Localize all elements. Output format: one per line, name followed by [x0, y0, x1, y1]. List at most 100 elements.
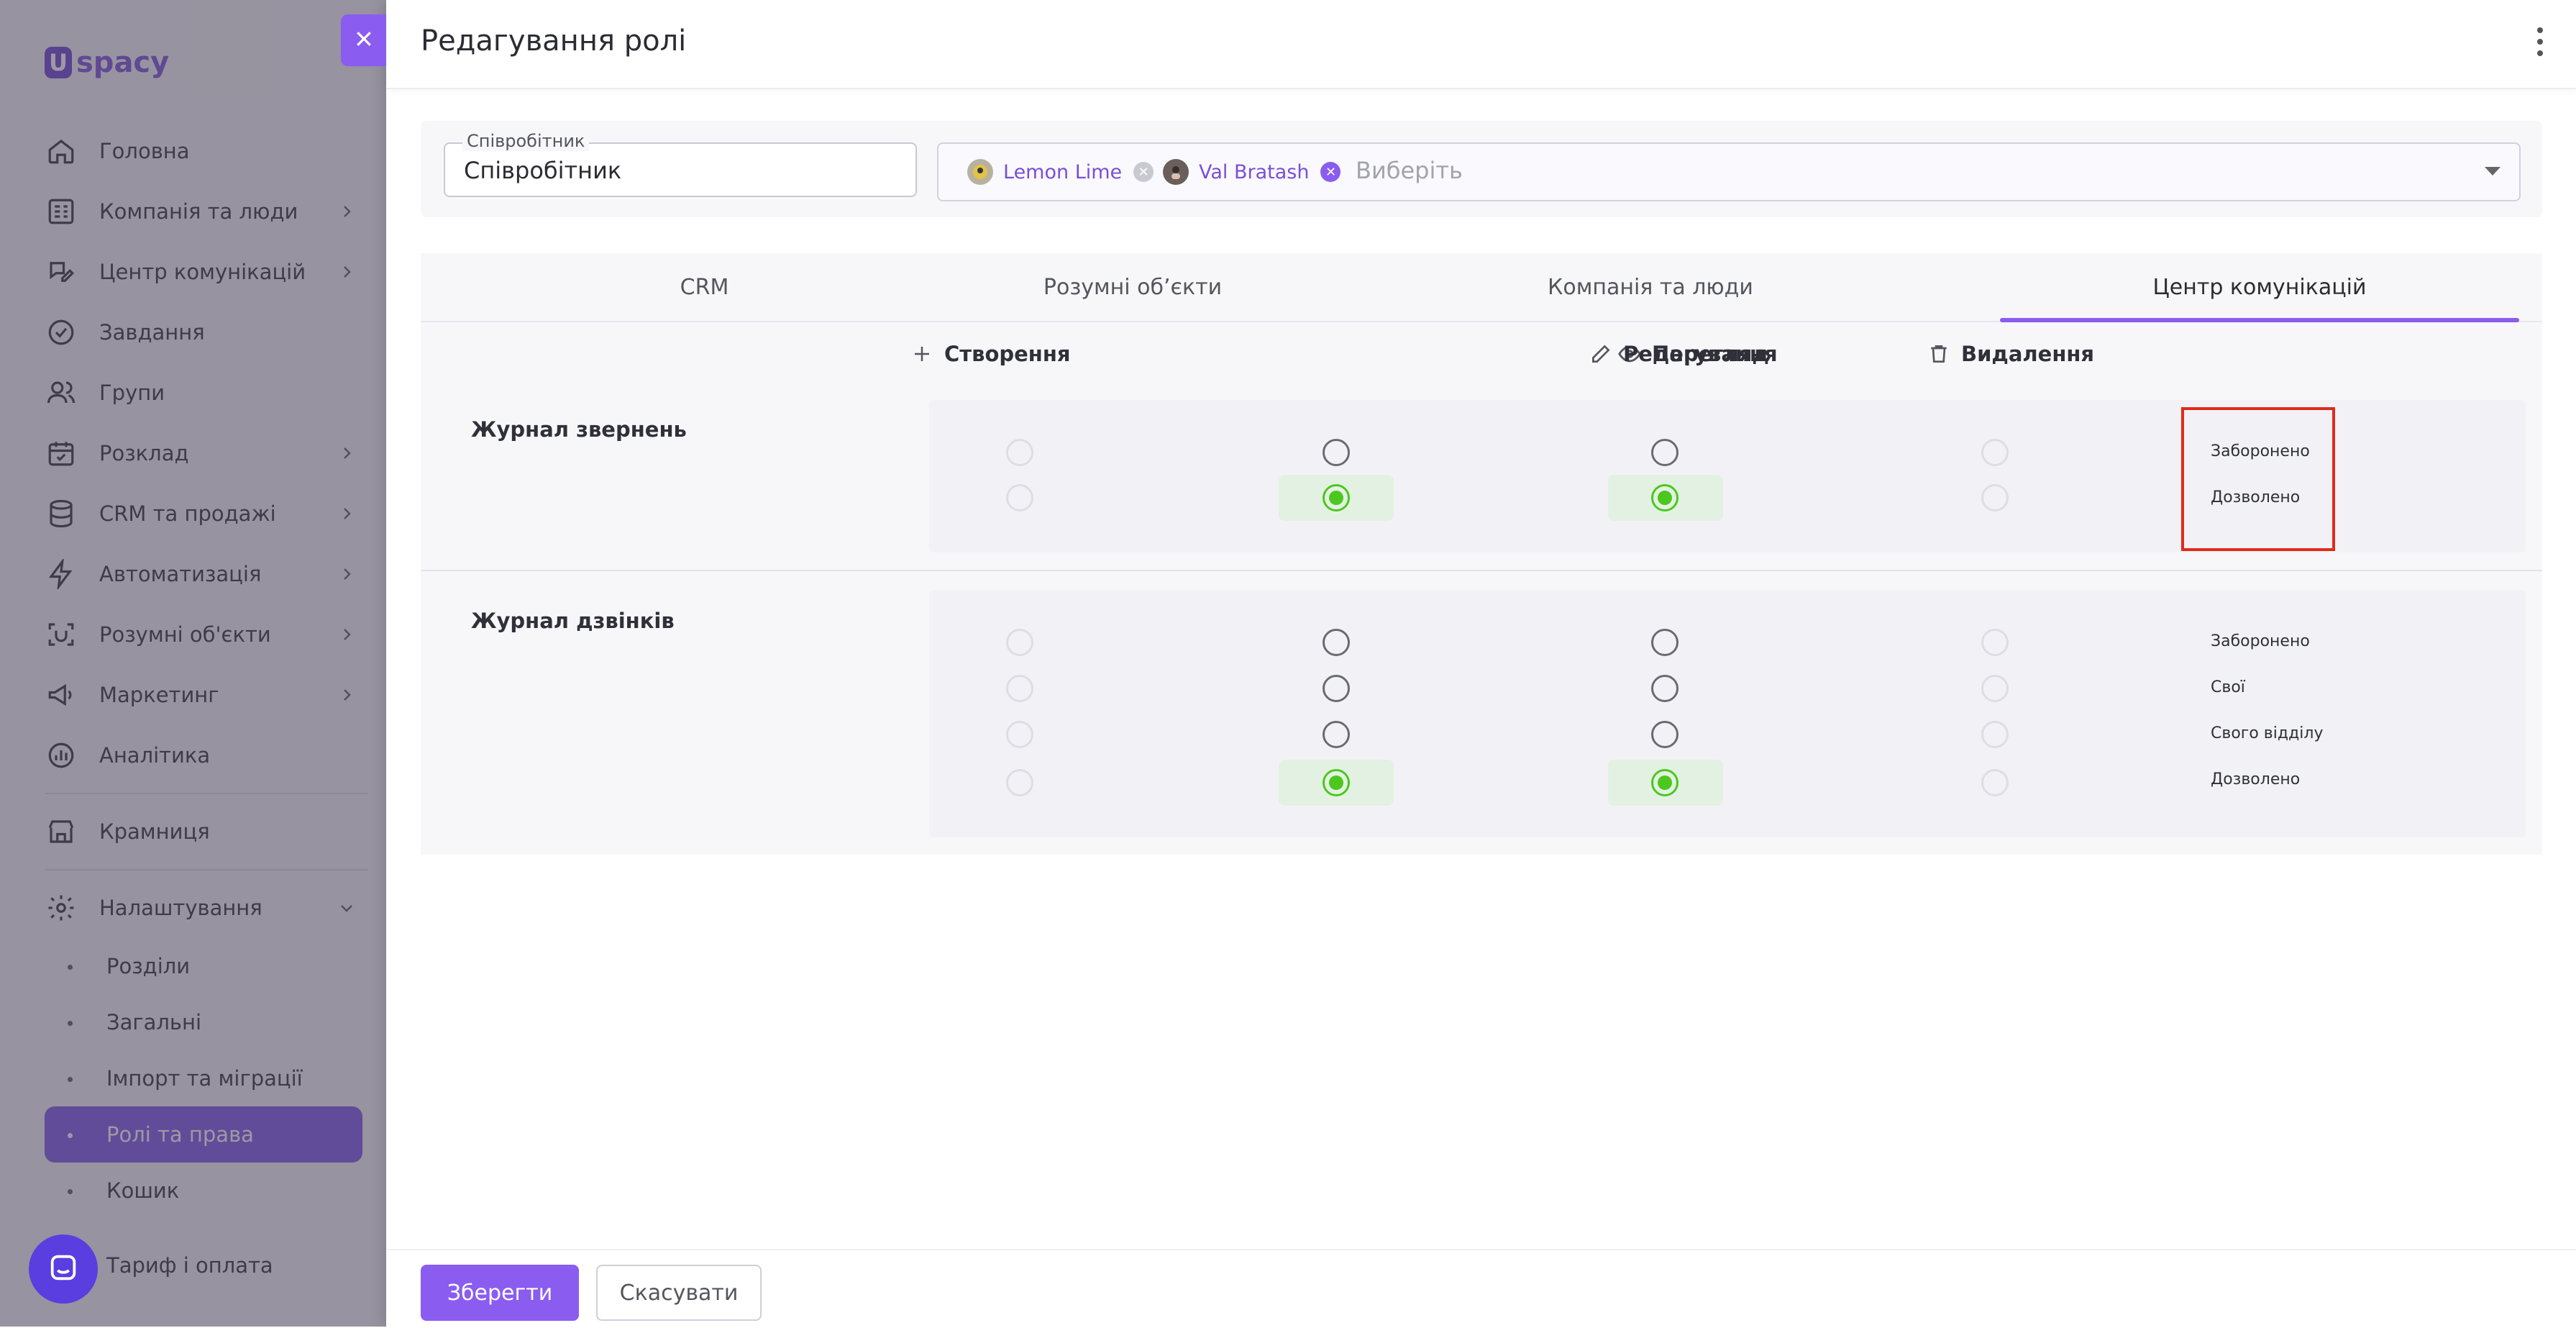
- option-label: Дозволено: [2211, 770, 2301, 788]
- sidebar-item-smart-objects[interactable]: Розумні об'єкти: [45, 604, 368, 665]
- save-button[interactable]: Зберегти: [421, 1265, 579, 1321]
- sidebar-subitem-label: Загальні: [106, 1010, 202, 1034]
- sidebar-item-tariff[interactable]: Тариф і оплата: [106, 1253, 273, 1278]
- chevron-right-icon: [344, 689, 351, 701]
- radio-delete[interactable]: [1981, 769, 2009, 796]
- permission-grid: Заборонено Свої Свого відділу Дозволено: [929, 590, 2526, 837]
- sidebar: U spacy Головна Компанія та люди Центр к…: [0, 0, 386, 1327]
- radio-delete[interactable]: [1981, 629, 2009, 656]
- role-filter-area: Співробітник Співробітник Lemon Lime ✕ V…: [421, 121, 2542, 217]
- section-title: Журнал дзвінків: [471, 609, 675, 633]
- tab-company-people[interactable]: Компанія та люди: [1384, 253, 1917, 321]
- sidebar-item-home[interactable]: Головна: [45, 121, 368, 181]
- megaphone-icon: [45, 678, 78, 711]
- database-icon: [45, 497, 78, 530]
- radio-edit[interactable]: [1651, 439, 1678, 466]
- radio-view[interactable]: [1323, 721, 1350, 748]
- radio-view[interactable]: [1323, 439, 1350, 466]
- radio-view[interactable]: [1323, 484, 1350, 511]
- role-select-value: Співробітник: [464, 157, 622, 184]
- radio-delete[interactable]: [1981, 721, 2009, 748]
- radio-edit[interactable]: [1651, 769, 1678, 796]
- sidebar-item-shop[interactable]: Крамниця: [45, 801, 368, 862]
- sidebar-item-label: Групи: [99, 381, 165, 405]
- sidebar-subitem-roles[interactable]: Ролі та права: [45, 1106, 362, 1163]
- pencil-icon: [1589, 342, 1613, 366]
- radio-edit[interactable]: [1651, 721, 1678, 748]
- sidebar-item-analytics[interactable]: Аналітика: [45, 725, 368, 786]
- section-divider: [421, 570, 2542, 571]
- sidebar-subitem-sections[interactable]: Розділи: [45, 938, 368, 994]
- sidebar-item-label: Головна: [99, 139, 190, 163]
- sidebar-subitem-label: Ролі та права: [106, 1122, 254, 1147]
- sidebar-divider: [45, 793, 368, 794]
- panel-title: Редагування ролі: [421, 24, 687, 58]
- sidebar-item-automation[interactable]: Автоматизація: [45, 544, 368, 604]
- sidebar-item-schedule[interactable]: Розклад: [45, 423, 368, 483]
- radio-edit[interactable]: [1651, 484, 1678, 511]
- sidebar-item-communications[interactable]: Центр комунікацій: [45, 242, 368, 302]
- radio-view[interactable]: [1323, 675, 1350, 702]
- module-tabs: CRM Розумні обʼєкти Компанія та люди Цен…: [421, 253, 2542, 322]
- sidebar-item-label: Розумні об'єкти: [99, 622, 271, 647]
- shop-icon: [45, 815, 78, 848]
- option-label: Дозволено: [2211, 488, 2301, 506]
- sidebar-item-groups[interactable]: Групи: [45, 363, 368, 423]
- tab-smart-objects[interactable]: Розумні обʼєкти: [867, 253, 1399, 321]
- sidebar-item-crm[interactable]: CRM та продажі: [45, 483, 368, 544]
- radio-edit[interactable]: [1651, 675, 1678, 702]
- cancel-button[interactable]: Скасувати: [596, 1265, 762, 1321]
- close-panel-button[interactable]: [341, 14, 386, 66]
- column-header-delete: Видалення: [1927, 340, 2094, 368]
- radio-create[interactable]: [1006, 439, 1033, 466]
- radio-create[interactable]: [1006, 484, 1033, 511]
- sidebar-item-marketing[interactable]: Маркетинг: [45, 665, 368, 725]
- check-circle-icon: [45, 316, 78, 349]
- sidebar-item-tasks[interactable]: Завдання: [45, 302, 368, 363]
- radio-delete[interactable]: [1981, 675, 2009, 702]
- sidebar-divider: [45, 869, 368, 870]
- avatar: [1163, 159, 1189, 185]
- chevron-right-icon: [344, 568, 351, 580]
- dropdown-arrow-icon[interactable]: [2485, 167, 2500, 176]
- tab-label: Центр комунікацій: [2152, 274, 2367, 300]
- more-options-button[interactable]: [2533, 27, 2547, 56]
- option-label: Заборонено: [2211, 442, 2310, 460]
- sidebar-subitem-import[interactable]: Імпорт та міграції: [45, 1050, 368, 1106]
- sidebar-item-settings[interactable]: Налаштування: [45, 878, 368, 938]
- calendar-icon: [45, 437, 78, 470]
- radio-create[interactable]: [1006, 629, 1033, 656]
- dot: [2537, 27, 2543, 33]
- panel-header: Редагування ролі: [386, 0, 2576, 89]
- column-header-edit: Редагування: [1589, 340, 1778, 368]
- gear-icon: [45, 891, 78, 924]
- radio-delete[interactable]: [1981, 439, 2009, 466]
- radio-create[interactable]: [1006, 769, 1033, 796]
- users-select[interactable]: Lemon Lime ✕ Val Bratash ✕ Виберіть: [937, 142, 2521, 201]
- app-logo[interactable]: U spacy: [45, 46, 169, 79]
- permissions-matrix: CRM Розумні обʼєкти Компанія та люди Цен…: [421, 253, 2542, 855]
- chevron-down-icon: [341, 905, 352, 912]
- remove-chip-icon[interactable]: ✕: [1320, 162, 1341, 182]
- role-select[interactable]: Співробітник Співробітник: [444, 131, 917, 197]
- radio-create[interactable]: [1006, 675, 1033, 702]
- radio-edit[interactable]: [1651, 629, 1678, 656]
- users-select-placeholder: Виберіть: [1356, 157, 1463, 184]
- support-chat-button[interactable]: [29, 1234, 98, 1304]
- sidebar-nav: Головна Компанія та люди Центр комунікац…: [45, 121, 368, 1219]
- radio-view[interactable]: [1323, 629, 1350, 656]
- user-chip: Val Bratash ✕: [1163, 154, 1341, 190]
- remove-chip-icon[interactable]: ✕: [1133, 162, 1154, 182]
- radio-create[interactable]: [1006, 721, 1033, 748]
- tab-communications[interactable]: Центр комунікацій: [2000, 253, 2519, 322]
- radio-delete[interactable]: [1981, 484, 2009, 511]
- sidebar-subitem-trash[interactable]: Кошик: [45, 1163, 368, 1219]
- plus-icon: [910, 342, 934, 366]
- radio-view[interactable]: [1323, 769, 1350, 796]
- option-label: Свої: [2211, 678, 2245, 696]
- sidebar-item-company[interactable]: Компанія та люди: [45, 181, 368, 242]
- dot: [2537, 50, 2543, 56]
- column-header-label: Редагування: [1623, 342, 1778, 366]
- sidebar-subitem-label: Розділи: [106, 954, 191, 978]
- sidebar-subitem-general[interactable]: Загальні: [45, 994, 368, 1050]
